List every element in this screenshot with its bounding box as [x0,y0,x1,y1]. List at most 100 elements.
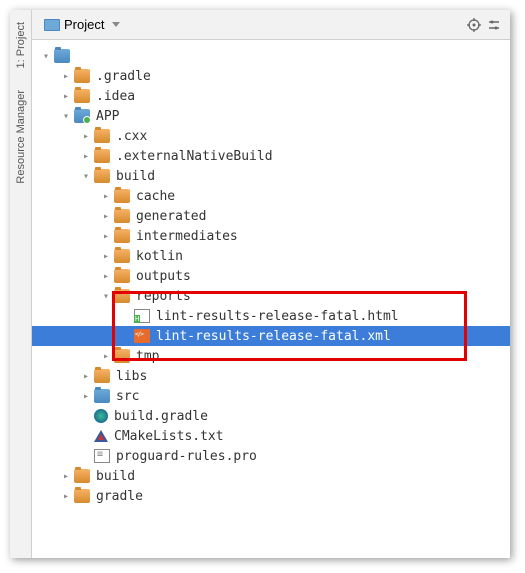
content-pane: Project .gradle .idea APP .cxx .externalNati… [32,10,510,558]
tree-row[interactable]: intermediates [32,226,510,246]
tree-row[interactable]: reports [32,286,510,306]
file-html-icon [134,309,150,323]
side-tab-project[interactable]: 1: Project [13,14,29,76]
tree-item-label: generated [136,209,206,224]
chevron-right-icon[interactable] [80,371,92,382]
chevron-right-icon[interactable] [80,151,92,162]
folder-blue-icon [54,49,70,63]
tree-row[interactable]: CMakeLists.txt [32,426,510,446]
tree-item-label: .cxx [116,129,147,144]
tree-row[interactable]: .cxx [32,126,510,146]
chevron-right-icon[interactable] [100,231,112,242]
tree-row[interactable]: .gradle [32,66,510,86]
folder-orange-icon [74,469,90,483]
tree-row[interactable]: libs [32,366,510,386]
tree-row[interactable]: APP [32,106,510,126]
folder-blue-icon [94,389,110,403]
chevron-right-icon[interactable] [100,211,112,222]
tree-row[interactable]: generated [32,206,510,226]
project-view-selector[interactable]: Project [38,15,126,34]
chevron-down-icon[interactable] [40,51,52,62]
folder-orange-icon [94,369,110,383]
chevron-down-icon[interactable] [100,291,112,302]
tree-row[interactable]: outputs [32,266,510,286]
tree-row[interactable]: src [32,386,510,406]
tree-item-label: reports [136,289,191,304]
tree-item-label: intermediates [136,229,238,244]
tree-item-label: cache [136,189,175,204]
tree-item-label: outputs [136,269,191,284]
tree-row[interactable]: proguard-rules.pro [32,446,510,466]
tree-row[interactable]: .externalNativeBuild [32,146,510,166]
folder-orange-icon [74,489,90,503]
tree-item-label: lint-results-release-fatal.html [156,309,399,324]
chevron-right-icon[interactable] [100,351,112,362]
tree-item-label: CMakeLists.txt [114,429,224,444]
project-tree[interactable]: .gradle .idea APP .cxx .externalNativeBuild b… [32,40,510,558]
settings-icon[interactable] [484,15,504,35]
folder-blue-icon [74,109,90,123]
tree-item-label: proguard-rules.pro [116,449,257,464]
folder-orange-icon [74,89,90,103]
tree-row[interactable]: build [32,466,510,486]
file-xml-icon [134,329,150,343]
folder-orange-icon [114,249,130,263]
chevron-down-icon[interactable] [60,111,72,122]
tree-item-label: lint-results-release-fatal.xml [156,329,391,344]
chevron-right-icon[interactable] [100,271,112,282]
tree-item-label: .idea [96,89,135,104]
folder-orange-icon [74,69,90,83]
tree-row[interactable]: build [32,166,510,186]
project-label: Project [64,17,104,32]
folder-orange-icon [114,289,130,303]
tree-item-label: build [96,469,135,484]
chevron-right-icon[interactable] [80,131,92,142]
tree-item-label: .gradle [96,69,151,84]
chevron-right-icon[interactable] [80,391,92,402]
file-gradle-icon [94,409,108,423]
tree-item-label: .externalNativeBuild [116,149,273,164]
tree-row[interactable]: .idea [32,86,510,106]
chevron-right-icon[interactable] [60,491,72,502]
tree-row[interactable]: build.gradle [32,406,510,426]
tree-row[interactable]: gradle [32,486,510,506]
chevron-right-icon[interactable] [100,251,112,262]
chevron-right-icon[interactable] [100,191,112,202]
folder-orange-icon [114,229,130,243]
tree-row[interactable]: kotlin [32,246,510,266]
ide-panel: 1: Project Resource Manager Project .gra… [10,10,510,558]
folder-orange-icon [94,169,110,183]
side-tab-resource-manager[interactable]: Resource Manager [13,82,29,192]
tree-item-label: gradle [96,489,143,504]
folder-orange-icon [114,189,130,203]
folder-orange-icon [94,129,110,143]
tree-row[interactable]: cache [32,186,510,206]
folder-orange-icon [114,349,130,363]
chevron-right-icon[interactable] [60,71,72,82]
tree-item-label: build.gradle [114,409,208,424]
folder-orange-icon [94,149,110,163]
locate-icon[interactable] [464,15,484,35]
tree-item-label: libs [116,369,147,384]
folder-orange-icon [114,209,130,223]
tree-item-label: tmp [136,349,159,364]
folder-orange-icon [114,269,130,283]
chevron-right-icon[interactable] [60,471,72,482]
project-icon [44,19,60,31]
chevron-down-icon [112,22,120,27]
tree-row[interactable]: lint-results-release-fatal.html [32,306,510,326]
chevron-down-icon[interactable] [80,171,92,182]
tree-item-label: build [116,169,155,184]
file-cmake-icon [94,430,108,442]
file-txt-icon [94,449,110,463]
tree-item-label: kotlin [136,249,183,264]
tree-row[interactable] [32,46,510,66]
tree-row[interactable]: tmp [32,346,510,366]
side-tab-label: 1: Project [15,22,27,68]
project-toolbar: Project [32,10,510,40]
tree-item-label: APP [96,109,119,124]
chevron-right-icon[interactable] [60,91,72,102]
tree-row[interactable]: lint-results-release-fatal.xml [32,326,510,346]
side-tabs: 1: Project Resource Manager [10,10,32,558]
side-tab-label: Resource Manager [15,90,27,184]
